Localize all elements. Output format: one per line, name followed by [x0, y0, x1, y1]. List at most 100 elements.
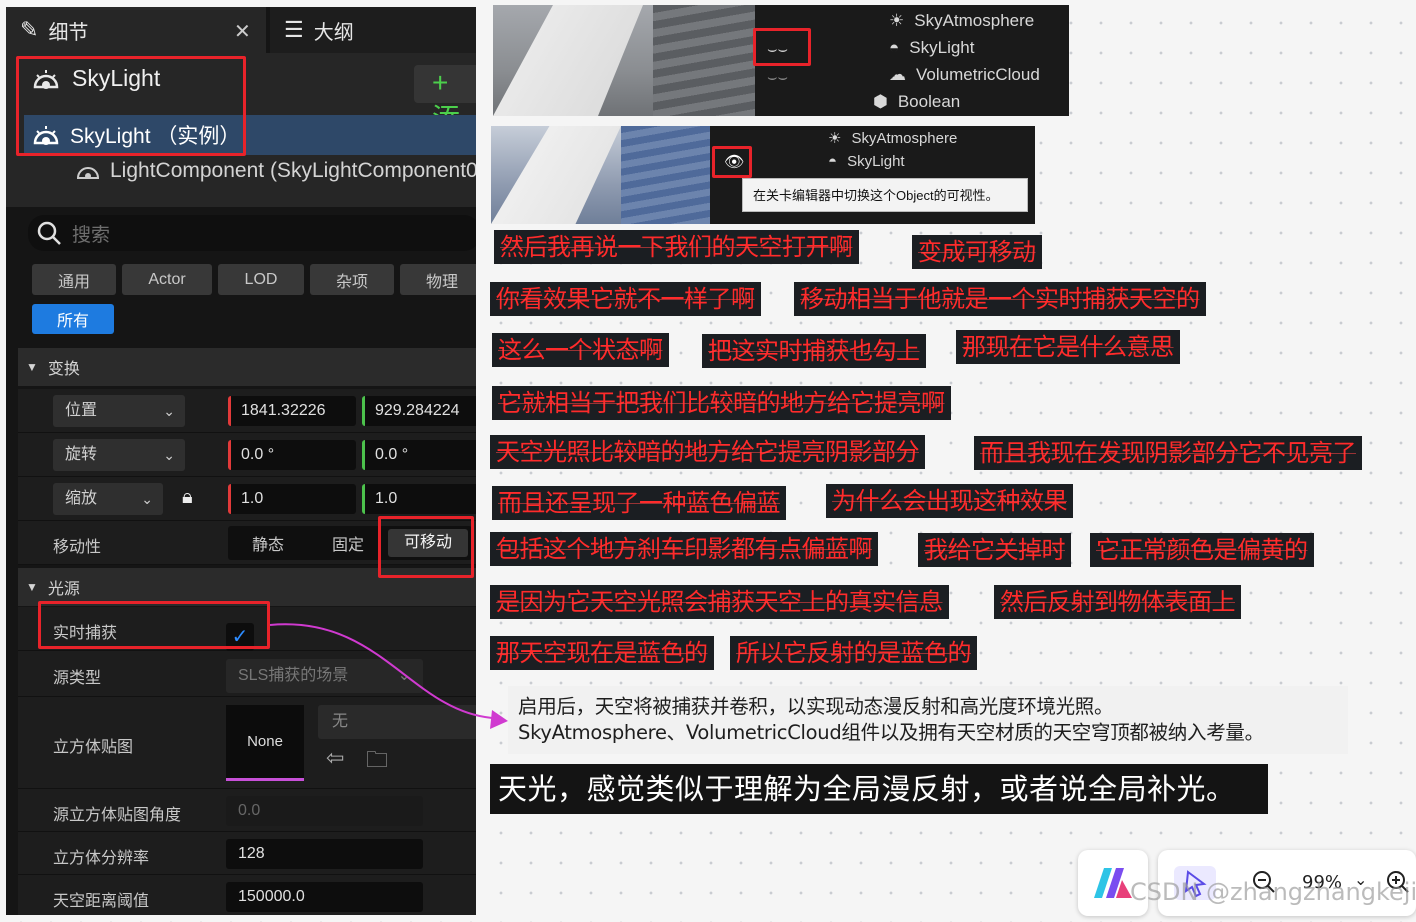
cube-icon: ⬢: [873, 92, 888, 111]
viewport-screenshot-2: [491, 126, 711, 224]
outliner-item-label: SkyAtmosphere: [914, 11, 1035, 30]
sky-atmosphere-icon: ☀: [889, 11, 905, 30]
section-transform-label: 变换: [47, 361, 80, 378]
subtitle-strip: 而且我现在发现阴影部分它不见亮了: [974, 436, 1362, 470]
tab-details[interactable]: ✎ 细节: [6, 7, 266, 53]
cubemap-resolution-field[interactable]: 128: [226, 839, 423, 869]
outliner-item-label: SkyAtmosphere: [851, 129, 958, 147]
outliner-item-label: VolumetricCloud: [916, 65, 1040, 84]
note-line-1: 启用后，天空将被捕获并卷积，以实现动态漫反射和高光度环境光照。: [518, 695, 1114, 718]
subtitle-strip: 然后我再说一下我们的天空打开啊: [494, 230, 859, 264]
scale-label: 缩放: [65, 490, 98, 507]
subtitle-strip: 那天空现在是蓝色的: [490, 636, 714, 670]
mobility-label: 移动性: [53, 539, 102, 556]
rotation-row: 旋转 ⌄ 0.0 ° 0.0 °: [18, 433, 476, 477]
annotation-arrow: [269, 623, 508, 729]
annotation-box-actor: [16, 56, 246, 156]
annotation-box-mobility: [378, 516, 474, 578]
scale-x-field[interactable]: 1.0: [228, 484, 356, 514]
sky-distance-label: 天空距离阈值: [53, 893, 150, 910]
collapse-icon: ▼: [26, 360, 38, 374]
subtitle-strip: 你看效果它就不一样了啊: [490, 282, 761, 316]
location-dropdown[interactable]: 位置 ⌄: [53, 395, 185, 427]
eye-closed-icon[interactable]: ⌣⌣: [767, 69, 788, 87]
outliner-item-label: Boolean: [897, 92, 961, 111]
search-input[interactable]: 搜索: [28, 215, 476, 251]
caption-strip: 天光，感觉类似于理解为全局漫反射，或者说全局补光。: [490, 764, 1268, 814]
subtitle-strip: 变成可移动: [912, 235, 1042, 269]
section-light-label: 光源: [47, 581, 80, 598]
filter-general[interactable]: 通用: [32, 264, 116, 295]
annotation-box-capture: [38, 601, 270, 649]
subtitle-strip: 所以它反射的是蓝色的: [730, 636, 977, 670]
location-row: 位置 ⌄ 1841.32226 929.284224: [18, 389, 476, 433]
rotation-y-field[interactable]: 0.0 °: [362, 440, 476, 470]
use-selected-icon[interactable]: ⇦: [326, 745, 344, 771]
cubemap-angle-field[interactable]: 0.0: [226, 796, 423, 826]
scale-row: 缩放 ⌄ 🔒︎ 1.0 1.0: [18, 477, 476, 521]
rotation-x-field[interactable]: 0.0 °: [228, 440, 356, 470]
location-label: 位置: [65, 402, 98, 419]
filter-actor[interactable]: Actor: [122, 264, 212, 295]
chevron-down-icon: ⌄: [163, 403, 175, 419]
viewport-screenshot-1: [493, 5, 755, 116]
subtitle-strip: 它就相当于把我们比较暗的地方给它提亮啊: [492, 386, 951, 420]
close-icon[interactable]: ✕: [234, 19, 251, 44]
search-placeholder: 搜索: [72, 224, 111, 246]
skylight-icon: ◓: [828, 153, 838, 170]
outliner-item[interactable]: ◓ SkyLight: [828, 153, 905, 170]
sky-atmosphere-icon: ☀: [828, 130, 842, 147]
location-x-field[interactable]: 1841.32226: [228, 396, 356, 426]
light-component-icon: [76, 167, 100, 179]
filter-lod[interactable]: LOD: [218, 264, 304, 295]
location-y-field[interactable]: 929.284224: [362, 396, 476, 426]
rotation-dropdown[interactable]: 旋转 ⌄: [53, 439, 185, 471]
subtitle-strip: 天空光照比较暗的地方给它提亮阴影部分: [490, 435, 925, 469]
scale-dropdown[interactable]: 缩放 ⌄: [53, 483, 163, 515]
scale-y-field[interactable]: 1.0: [362, 484, 476, 514]
outliner-item[interactable]: ☀ SkyAtmosphere: [828, 129, 958, 148]
outliner-item[interactable]: ◓ SkyLight: [889, 38, 974, 58]
section-transform[interactable]: ▼ 变换: [18, 348, 476, 386]
outliner-item[interactable]: ☀ SkyAtmosphere: [889, 11, 1034, 31]
cloud-icon: ☁: [889, 65, 906, 84]
cubemap-label: 立方体贴图: [53, 739, 134, 756]
filter-all[interactable]: 所有: [32, 304, 114, 334]
subtitle-strip: 移动相当于他就是一个实时捕获天空的: [794, 282, 1206, 316]
mobility-stationary[interactable]: 固定: [308, 531, 388, 555]
note-line-2: SkyAtmosphere、VolumetricCloud组件以及拥有天空材质的…: [518, 721, 1264, 744]
outliner-item-label: SkyLight: [909, 38, 975, 57]
browse-folder-icon[interactable]: 🗀: [366, 743, 388, 781]
outliner-item[interactable]: ⬢ Boolean: [873, 92, 960, 112]
component-row[interactable]: LightComponent (SkyLightComponent0: [76, 159, 476, 183]
tab-outline[interactable]: ☰ 大纲: [270, 7, 476, 53]
outliner-2: ☀ SkyAtmosphere ◓ SkyLight 👁︎ 在关卡编辑器中切换这个O…: [710, 126, 1035, 224]
source-type-label: 源类型: [53, 670, 102, 687]
subtitle-strip: 然后反射到物体表面上: [994, 585, 1241, 619]
subtitle-strip: 包括这个地方刹车印影都有点偏蓝啊: [490, 532, 878, 566]
subtitle-strip: 为什么会出现这种效果: [826, 484, 1073, 518]
sky-distance-field[interactable]: 150000.0: [226, 882, 423, 912]
cubemap-angle-label: 源立方体贴图角度: [53, 807, 182, 824]
tooltip: 在关卡编辑器中切换这个Object的可视性。: [742, 178, 1028, 212]
lock-icon[interactable]: 🔒︎: [182, 486, 193, 509]
annotation-box-eye: [753, 28, 811, 66]
tooltip-note: 启用后，天空将被捕获并卷积，以实现动态漫反射和高光度环境光照。 SkyAtmos…: [508, 686, 1348, 754]
skylight-icon: ◓: [889, 38, 900, 57]
outliner-item[interactable]: ☁ VolumetricCloud: [889, 65, 1040, 85]
add-component-button[interactable]: + 添: [414, 65, 476, 134]
tab-details-label: 细节: [48, 21, 89, 44]
subtitle-strip: 是因为它天空光照会捕获天空上的真实信息: [490, 585, 949, 619]
list-icon: ☰: [284, 17, 304, 42]
subtitle-strip: 它正常颜色是偏黄的: [1090, 533, 1314, 567]
filter-misc[interactable]: 杂项: [310, 264, 394, 295]
rotation-label: 旋转: [65, 446, 98, 463]
subtitle-strip: 那现在它是什么意思: [956, 330, 1180, 364]
app-logo-icon: [1094, 868, 1132, 898]
collapse-icon: ▼: [26, 580, 38, 594]
mobility-static[interactable]: 静态: [228, 531, 308, 555]
pencil-icon: ✎: [20, 17, 39, 42]
cubemap-resolution-label: 立方体分辨率: [53, 850, 150, 867]
filter-physics[interactable]: 物理: [400, 264, 476, 295]
subtitle-strip: 这么一个状态啊: [492, 333, 669, 367]
